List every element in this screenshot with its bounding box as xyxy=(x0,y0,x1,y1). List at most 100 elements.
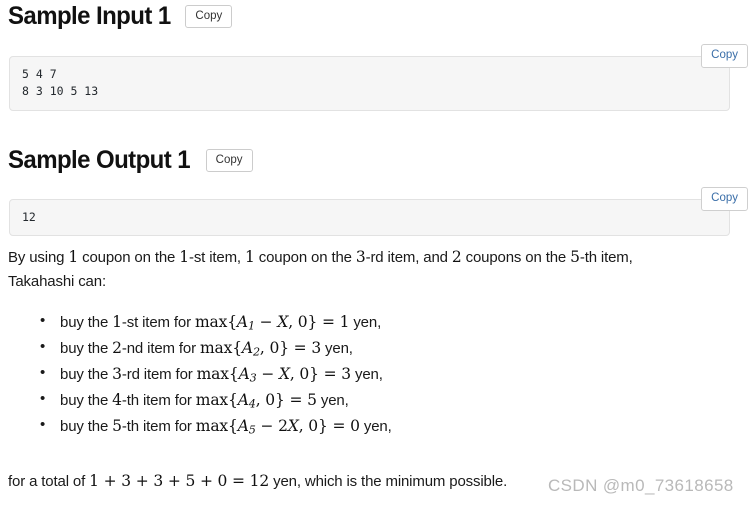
bullet-math-expression: max{A5 − 2X, 0} = 0 xyxy=(195,417,360,437)
math-brace-close: } xyxy=(318,417,328,436)
bullet-math-expression: max{A4, 0} = 5 xyxy=(195,391,317,411)
math-brace-close: } xyxy=(309,365,319,384)
explanation-number-5: 2 xyxy=(451,248,462,266)
math-subscript: 1 xyxy=(247,319,255,333)
bullet-prefix: buy the xyxy=(60,392,113,410)
bullet-suffix: yen, xyxy=(350,366,383,384)
explanation-text-e: -rd item, and xyxy=(365,249,452,266)
math-max-operator: max xyxy=(195,391,229,410)
math-zero-term: , 0 xyxy=(288,313,308,331)
math-variable-x: X xyxy=(277,313,289,331)
copy-sample-output-block-button[interactable]: Copy xyxy=(701,187,748,211)
math-result: 5 xyxy=(307,391,317,410)
list-item: buy the 4-th item for max{A4, 0} = 5 yen… xyxy=(4,387,749,413)
explanation-text-g: -th item, xyxy=(579,249,633,266)
list-item: buy the 1 -st item for max{A1 − X, 0} = 1… xyxy=(4,309,749,335)
math-brace-open: { xyxy=(228,417,238,436)
math-zero-term: , 0 xyxy=(259,339,280,358)
sample-input-block-wrap: 5 4 7 8 3 10 5 13 Copy xyxy=(9,44,748,123)
bullet-suffix: yen, xyxy=(316,392,349,410)
math-max-operator: max xyxy=(199,339,233,358)
math-equals: = xyxy=(284,391,308,410)
bullet-ordinal-number: 5 xyxy=(112,417,122,436)
math-variable-a: A xyxy=(238,365,250,384)
math-subscript: 3 xyxy=(249,371,257,385)
bullet-prefix: buy the xyxy=(60,340,113,358)
bullet-ordinal-suffix: -rd item for xyxy=(121,366,197,384)
math-subscript: 2 xyxy=(252,345,260,359)
math-brace-close: } xyxy=(279,339,289,358)
math-variable-a: A xyxy=(237,417,249,436)
bullet-suffix: yen, xyxy=(321,340,353,358)
math-variable-a: A xyxy=(241,339,253,358)
bullet-ordinal-number: 4 xyxy=(112,391,122,410)
explanation-text-f: coupons on the xyxy=(461,249,571,266)
math-variable-a: A xyxy=(236,313,248,331)
bullet-ordinal-suffix: -st item for xyxy=(121,314,195,331)
sample-input-code[interactable]: 5 4 7 8 3 10 5 13 xyxy=(9,55,730,112)
math-equals: = xyxy=(288,339,312,358)
total-suffix: yen, which is the minimum possible. xyxy=(269,473,508,490)
bullet-prefix: buy the xyxy=(60,366,113,384)
math-equals: = xyxy=(327,417,351,436)
math-brace-open: { xyxy=(228,391,238,410)
math-brace-open: { xyxy=(228,365,239,384)
explanation-paragraph: By using 1 coupon on the 1-st item, 1 co… xyxy=(4,245,749,295)
list-item: buy the 2-nd item for max{A2, 0} = 3 yen… xyxy=(4,335,749,361)
explanation-text-b: coupon on the xyxy=(78,249,180,266)
math-variable-x: X xyxy=(278,365,290,384)
sample-output-code[interactable]: 12 xyxy=(9,198,730,237)
sample-output-title: Sample Output 1 xyxy=(8,146,191,174)
math-max-operator: max xyxy=(196,365,229,384)
copy-sample-input-button[interactable]: Copy xyxy=(185,4,233,29)
math-zero-term: , 0 xyxy=(298,417,319,436)
bullet-ordinal-number: 2 xyxy=(112,339,122,358)
list-item: buy the 5-th item for max{A5 − 2X, 0} = … xyxy=(4,413,749,439)
math-brace-close: } xyxy=(307,313,318,331)
explanation-line-1: By using 1 coupon on the 1-st item, 1 co… xyxy=(8,245,749,270)
explanation-number-4: 3 xyxy=(355,248,366,266)
explanation-number-3: 1 xyxy=(244,248,255,266)
bullet-ordinal-number: 3 xyxy=(112,365,122,384)
bullet-suffix: yen, xyxy=(349,314,382,331)
math-result: 3 xyxy=(311,339,322,358)
copy-sample-output-button[interactable]: Copy xyxy=(205,148,253,173)
math-operator-mid: − xyxy=(254,313,278,331)
math-subscript: 4 xyxy=(248,397,256,411)
bullet-math-expression: max{A1 − X, 0} = 1 xyxy=(194,313,350,333)
bullet-prefix: buy the xyxy=(60,418,113,436)
math-brace-close: } xyxy=(275,391,285,410)
math-equals: = xyxy=(318,365,342,384)
math-subscript: 5 xyxy=(248,423,256,437)
total-prefix: for a total of xyxy=(8,473,90,490)
sample-output-heading-row: Sample Output 1 Copy xyxy=(4,148,253,173)
bullet-prefix: buy the xyxy=(60,314,113,331)
explanation-line-2: Takahashi can: xyxy=(8,273,106,291)
math-max-operator: max xyxy=(194,313,228,331)
bullet-ordinal-suffix: -nd item for xyxy=(121,340,200,358)
bullet-ordinal-suffix: -th item for xyxy=(121,418,196,436)
math-equals: = xyxy=(317,313,340,331)
explanation-number-6: 5 xyxy=(570,248,580,266)
math-brace-open: { xyxy=(227,313,237,331)
math-result: 1 xyxy=(339,313,350,331)
explanation-text-a: By using xyxy=(8,249,69,266)
bullet-math-expression: max{A3 − X, 0} = 3 xyxy=(196,365,352,385)
purchase-bullet-list: buy the 1 -st item for max{A1 − X, 0} = 1… xyxy=(4,309,749,440)
math-operator-mid: − xyxy=(256,365,279,384)
total-expression: 1 + 3 + 3 + 5 + 0 = 12 xyxy=(89,472,270,490)
copy-sample-input-block-button[interactable]: Copy xyxy=(701,44,748,68)
math-brace-open: { xyxy=(232,339,242,358)
bullet-suffix: yen, xyxy=(359,418,392,436)
math-max-operator: max xyxy=(195,417,229,436)
math-variable-x: X xyxy=(287,417,299,436)
explanation-text-d: coupon on the xyxy=(254,249,356,266)
explanation-text-c: -st item, xyxy=(188,249,245,266)
math-result: 0 xyxy=(350,417,360,436)
math-zero-term: , 0 xyxy=(289,365,310,384)
math-variable-a: A xyxy=(237,391,249,410)
math-zero-term: , 0 xyxy=(255,391,276,410)
list-item: buy the 3-rd item for max{A3 − X, 0} = 3… xyxy=(4,361,749,387)
explanation-number-2: 1 xyxy=(179,248,189,266)
total-line: for a total of 1 + 3 + 3 + 5 + 0 = 12 ye… xyxy=(4,469,749,494)
